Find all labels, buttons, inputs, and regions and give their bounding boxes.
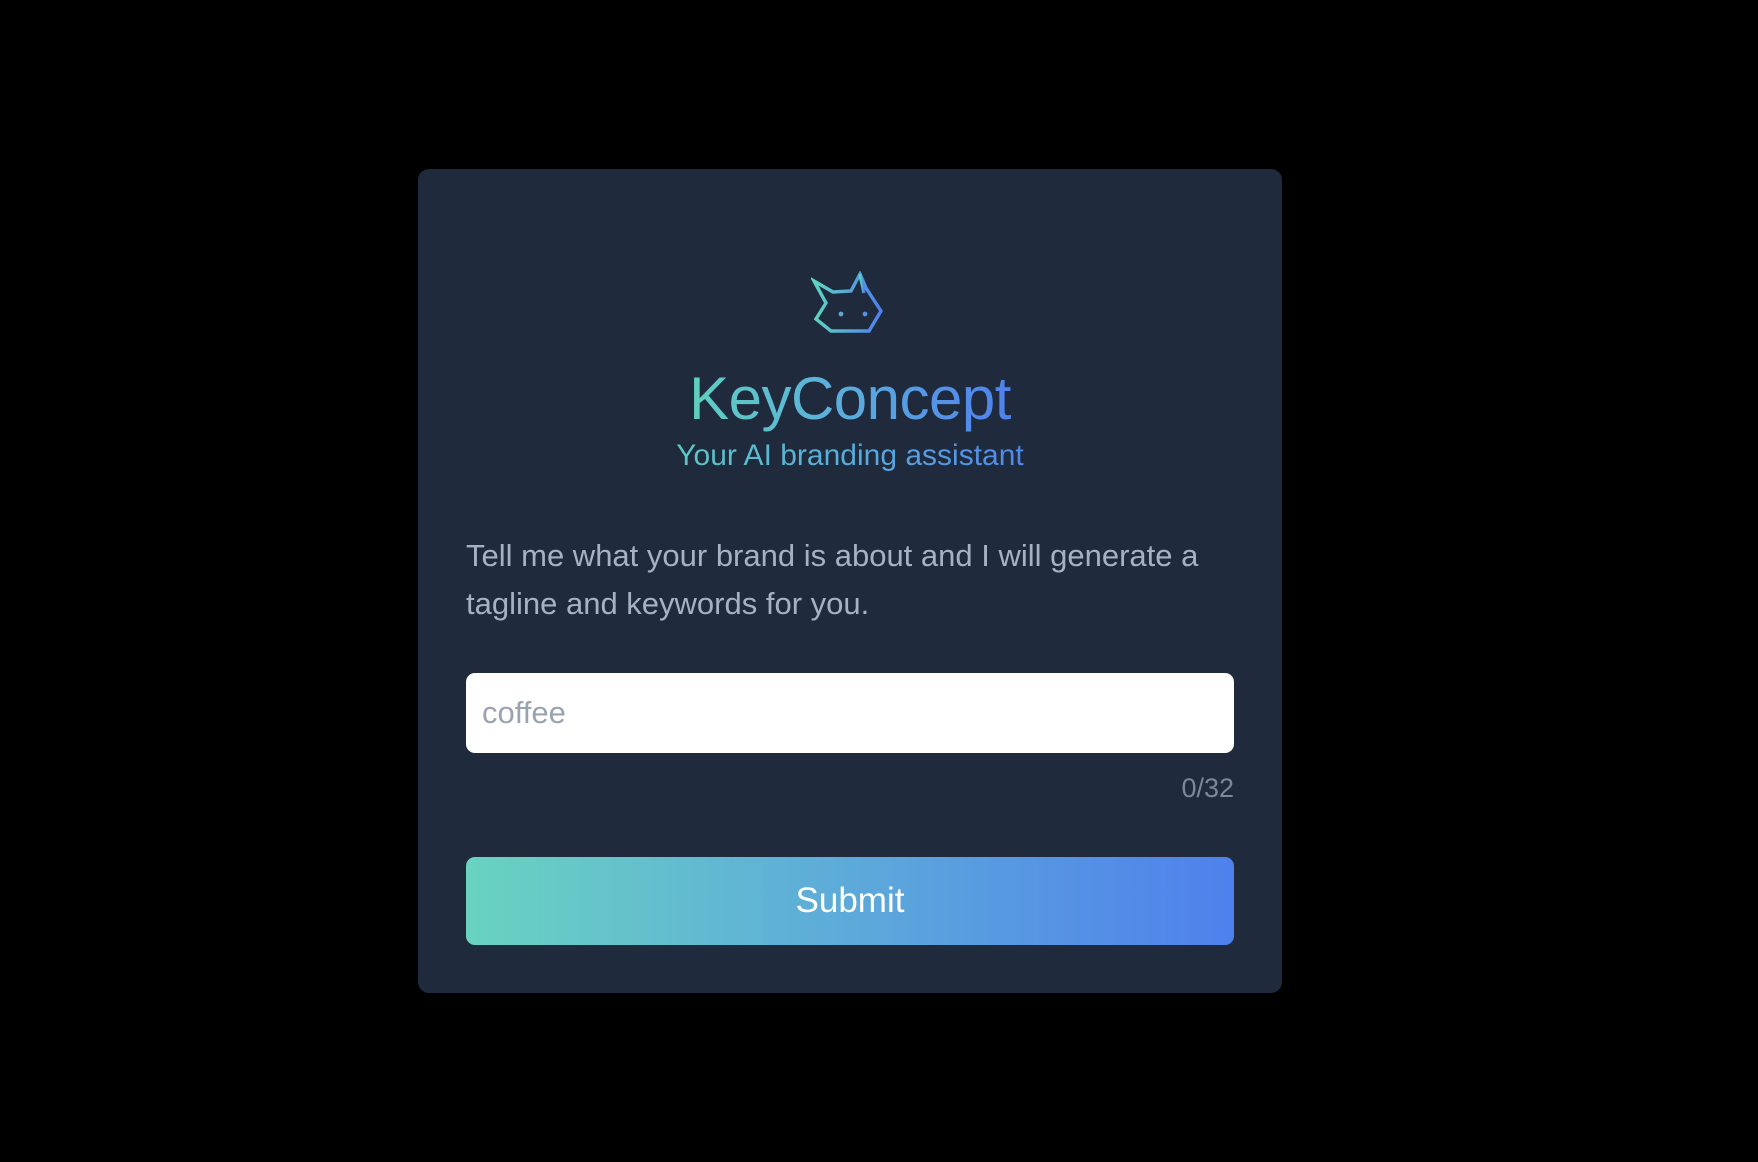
form-description: Tell me what your brand is about and I w… [466, 538, 1199, 621]
brand-form-card: KeyConcept Your AI branding assistant Te… [418, 169, 1282, 993]
brand-topic-input[interactable] [466, 673, 1234, 753]
brand-name-wrap: KeyConcept [418, 363, 1282, 435]
brand-tagline-wrap: Your AI branding assistant [418, 437, 1282, 475]
brand-tagline: Your AI branding assistant [676, 437, 1023, 475]
page: KeyConcept Your AI branding assistant Te… [0, 0, 1758, 1162]
brand-name: KeyConcept [689, 363, 1011, 435]
cat-head-icon [811, 271, 884, 333]
submit-button[interactable]: Submit [466, 857, 1234, 945]
character-counter: 0/32 [1181, 773, 1234, 803]
